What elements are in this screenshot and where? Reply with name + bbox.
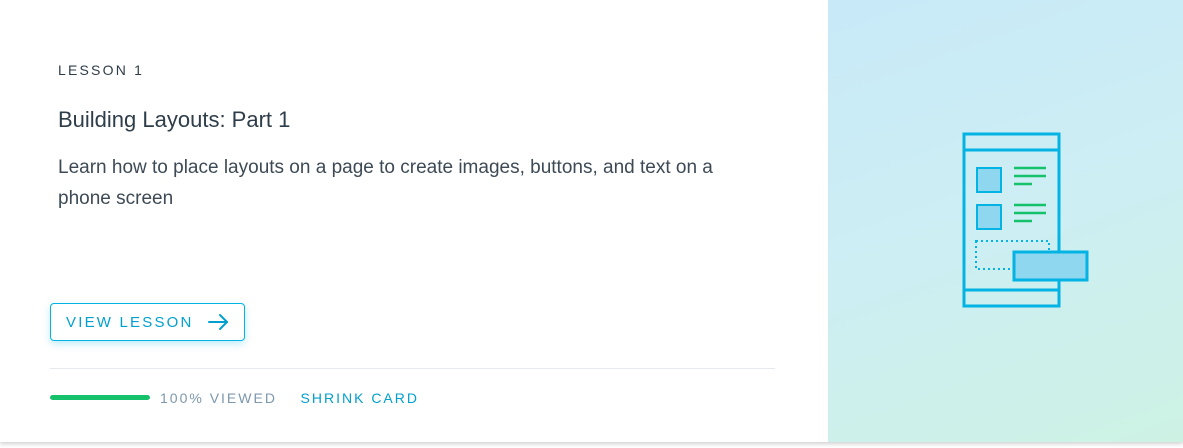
view-lesson-label: VIEW LESSON: [66, 313, 194, 331]
phone-layout-illustration: [962, 132, 1089, 308]
lesson-card: LESSON 1 Building Layouts: Part 1 Learn …: [0, 0, 1183, 442]
shrink-card-button[interactable]: SHRINK CARD: [301, 390, 419, 406]
progress-bar-fill: [50, 395, 150, 400]
lesson-title: Building Layouts: Part 1: [58, 107, 291, 132]
lesson-content: LESSON 1 Building Layouts: Part 1 Learn …: [0, 0, 828, 442]
card-divider: [50, 368, 775, 369]
lesson-illustration-panel: [828, 0, 1183, 442]
view-lesson-button[interactable]: VIEW LESSON: [50, 303, 245, 341]
progress-bar: [50, 395, 150, 400]
progress-text: 100% VIEWED: [160, 390, 277, 406]
lesson-description: Learn how to place layouts on a page to …: [58, 157, 713, 209]
lesson-number: LESSON 1: [58, 62, 145, 78]
arrow-right-icon: [207, 314, 228, 330]
